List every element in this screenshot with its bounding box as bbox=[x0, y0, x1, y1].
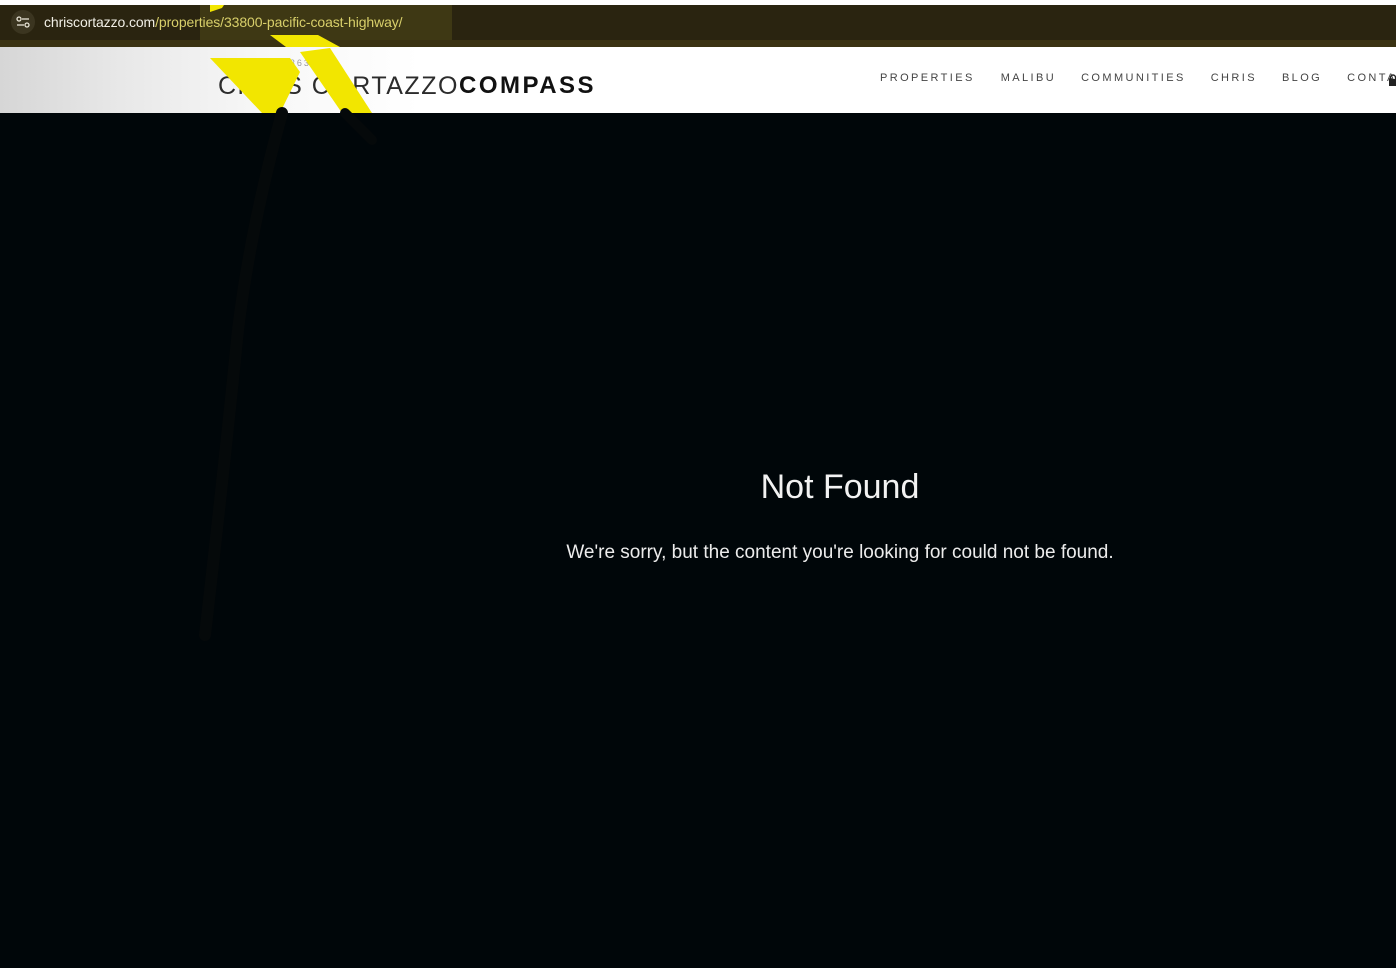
nav-item-malibu[interactable]: MALIBU bbox=[1001, 72, 1056, 88]
nav-item-blog[interactable]: BLOG bbox=[1282, 72, 1322, 88]
site-info-button[interactable] bbox=[11, 10, 35, 34]
nav-item-communities[interactable]: COMMUNITIES bbox=[1081, 72, 1186, 88]
url-domain: chriscortazzo.com bbox=[44, 14, 156, 30]
not-found-message: We're sorry, but the content you're look… bbox=[566, 542, 1114, 563]
browser-address-bar[interactable]: chriscortazzo.com/properties/33800-pacif… bbox=[0, 5, 1396, 40]
nav-item-chris[interactable]: CHRIS bbox=[1211, 72, 1257, 88]
compass-logo[interactable]: COMPASS bbox=[459, 72, 596, 100]
brand-name-logo[interactable]: CHRIS CORTAZZO bbox=[218, 72, 459, 101]
url-path: /properties/33800-pacific-coast-highway/ bbox=[155, 14, 403, 30]
nav-item-properties[interactable]: PROPERTIES bbox=[880, 72, 975, 88]
dre-license: DRE# 01190363 bbox=[219, 58, 311, 68]
not-found-title: Not Found bbox=[760, 468, 920, 506]
site-header: DRE# 01190363 CHRIS CORTAZZO COMPASS PRO… bbox=[0, 47, 1396, 113]
tune-icon bbox=[16, 16, 30, 28]
address-bar-border bbox=[0, 40, 1396, 47]
main-nav: PROPERTIES MALIBU COMMUNITIES CHRIS BLOG… bbox=[880, 72, 1396, 88]
lock-icon[interactable] bbox=[1388, 74, 1396, 86]
url-text[interactable]: chriscortazzo.com/properties/33800-pacif… bbox=[44, 14, 403, 30]
